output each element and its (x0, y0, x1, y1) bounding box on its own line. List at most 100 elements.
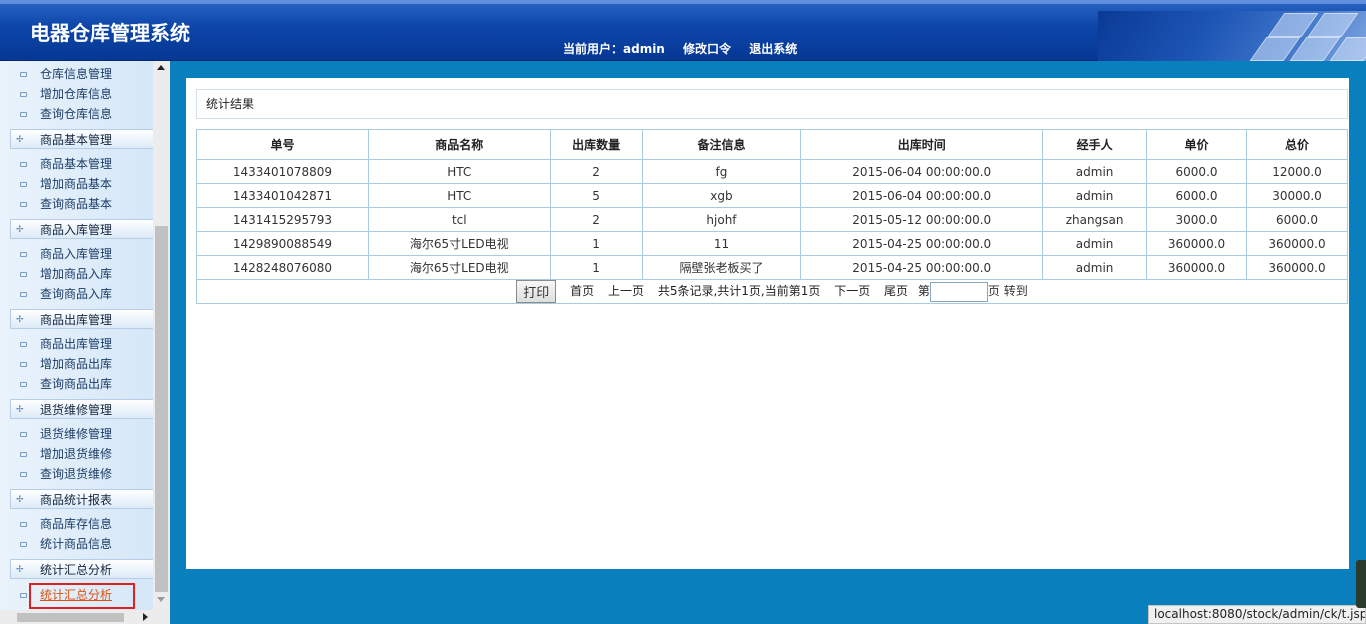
table-cell: 2 (549, 159, 643, 184)
pager-row: 打印 首页 上一页 共5条记录,共计1页,当前第1页 下一页 尾页 第 页 转到 (196, 279, 1348, 304)
table-cell: 360000.0 (1246, 231, 1348, 256)
table-cell: 1433401078809 (196, 159, 369, 184)
header-top-rule (0, 0, 1366, 4)
sidebar-item-label: 商品出库管理 (40, 313, 113, 327)
column-header: 备注信息 (641, 129, 802, 160)
sidebar-item[interactable]: 查询商品基本 (0, 194, 153, 214)
expand-icon: ✢ (16, 405, 24, 415)
sidebar-item-label: 统计汇总分析 (40, 563, 113, 577)
sidebar-item[interactable]: 查询商品入库 (0, 284, 153, 304)
keyboard-banner-image (1098, 11, 1366, 61)
table-cell: 1428248076080 (196, 255, 369, 280)
bullet-icon (20, 362, 27, 367)
table-cell: 2015-04-25 00:00:00.0 (800, 255, 1044, 280)
sidebar-item-label: 查询商品出库 (40, 377, 113, 391)
scroll-down-arrow-icon[interactable] (157, 597, 165, 602)
table-cell: 1433401042871 (196, 183, 369, 208)
table-cell: 2015-04-25 00:00:00.0 (800, 231, 1044, 256)
table-row: 1431415295793 tcl 2 hjohf 2015-05-12 00:00:0… (196, 207, 1348, 232)
column-header: 出库数量 (549, 129, 643, 160)
column-header: 总价 (1246, 129, 1348, 160)
table-cell: 2 (549, 207, 643, 232)
sidebar-horizontal-scrollbar[interactable] (0, 610, 170, 624)
sidebar-item-label: 增加商品出库 (40, 357, 113, 371)
sidebar-item[interactable]: 查询退货维修 (0, 464, 153, 484)
sidebar-item-label: 商品入库管理 (40, 247, 113, 261)
sidebar-item[interactable]: 商品出库管理 (0, 334, 153, 354)
logout-link[interactable]: 退出系统 (749, 42, 797, 56)
table-cell: 2015-05-12 00:00:00.0 (800, 207, 1044, 232)
table-cell: HTC (367, 183, 551, 208)
table-cell: zhangsan (1042, 207, 1148, 232)
bullet-icon (20, 272, 27, 277)
scrollbar-thumb[interactable] (155, 226, 168, 592)
sidebar-group-header[interactable]: ✢ 统计汇总分析 (10, 559, 153, 579)
sidebar-item[interactable]: 增加商品出库 (0, 354, 153, 374)
sidebar-item-label: 商品入库管理 (40, 223, 113, 237)
bullet-icon (20, 452, 27, 457)
bullet-icon (20, 593, 27, 598)
sidebar-item[interactable]: 增加商品入库 (0, 264, 153, 284)
sidebar-item[interactable]: 统计商品信息 (0, 534, 153, 554)
table-cell: HTC (367, 159, 551, 184)
sidebar-item-label: 增加退货维修 (40, 447, 113, 461)
sidebar-item[interactable]: 商品入库管理 (0, 244, 153, 264)
sidebar-item[interactable]: 商品基本管理 (0, 154, 153, 174)
table-cell: 360000.0 (1146, 255, 1247, 280)
sidebar-item[interactable]: 增加商品基本 (0, 174, 153, 194)
prev-page-link[interactable]: 上一页 (608, 284, 644, 298)
column-header: 出库时间 (800, 129, 1044, 160)
table-cell: 2015-06-04 00:00:00.0 (800, 183, 1044, 208)
table-cell: 30000.0 (1246, 183, 1348, 208)
table-cell: admin (1042, 231, 1148, 256)
sidebar-group-header[interactable]: ✢ 商品出库管理 (10, 309, 153, 329)
first-page-link[interactable]: 首页 (570, 284, 594, 298)
sidebar-item[interactable]: 增加退货维修 (0, 444, 153, 464)
bullet-icon (20, 72, 27, 77)
highlight-outline (29, 583, 135, 609)
table-cell: 6000.0 (1146, 159, 1247, 184)
user-bar: 当前用户：admin 修改口令 退出系统 (563, 40, 811, 57)
horizontal-scrollbar-thumb[interactable] (17, 613, 124, 622)
table-cell: admin (1042, 255, 1148, 280)
sidebar-item-label: 退货维修管理 (40, 403, 113, 417)
sidebar-item-label: 商品基本管理 (40, 157, 113, 171)
scroll-right-arrow-icon[interactable] (143, 613, 148, 621)
bullet-icon (20, 382, 27, 387)
scroll-up-arrow-icon[interactable] (157, 65, 165, 70)
sidebar-item[interactable]: 增加仓库信息 (0, 84, 153, 104)
column-header: 单号 (196, 129, 369, 160)
table-cell: fg (641, 159, 802, 184)
sidebar-group-header[interactable]: ✢ 商品统计报表 (10, 489, 153, 509)
sidebar-item[interactable]: 商品库存信息 (0, 514, 153, 534)
go-to-page-label[interactable]: 页 转到 (988, 284, 1028, 298)
table-row: 1433401042871 HTC 5 xgb 2015-06-04 00:00:00.… (196, 183, 1348, 208)
expand-icon: ✢ (16, 565, 24, 575)
sidebar-group-header[interactable]: ✢ 商品入库管理 (10, 219, 153, 239)
content-panel: 统计结果 单号 商品名称 出库数量 备注信息 出库时间 经手人 单价 总价 143340107… (186, 78, 1349, 569)
table-cell: 6000.0 (1146, 183, 1247, 208)
sidebar-item[interactable]: 查询仓库信息 (0, 104, 153, 124)
print-button[interactable]: 打印 (516, 280, 557, 303)
change-password-link[interactable]: 修改口令 (683, 42, 731, 56)
bullet-icon (20, 202, 27, 207)
table-cell: admin (1042, 183, 1148, 208)
sidebar-group-header[interactable]: ✢ 商品基本管理 (10, 129, 153, 149)
page-number-input[interactable] (929, 281, 988, 302)
sidebar-item[interactable]: 仓库信息管理 (0, 64, 153, 84)
next-page-link[interactable]: 下一页 (834, 284, 870, 298)
bullet-icon (20, 432, 27, 437)
sidebar-group-header[interactable]: ✢ 退货维修管理 (10, 399, 153, 419)
table-cell: 12000.0 (1246, 159, 1348, 184)
sidebar-item[interactable]: 查询商品出库 (0, 374, 153, 394)
app-title: 电器仓库管理系统 (30, 21, 190, 45)
bullet-icon (20, 112, 27, 117)
table-cell: xgb (641, 183, 802, 208)
sidebar-vertical-scrollbar[interactable] (153, 61, 170, 610)
sidebar-item[interactable]: 退货维修管理 (0, 424, 153, 444)
side-panel-handle[interactable] (1356, 560, 1366, 608)
sidebar-item-label: 增加仓库信息 (40, 87, 113, 101)
last-page-link[interactable]: 尾页 (884, 284, 908, 298)
section-title: 统计结果 (196, 89, 1348, 119)
table-cell: tcl (367, 207, 551, 232)
